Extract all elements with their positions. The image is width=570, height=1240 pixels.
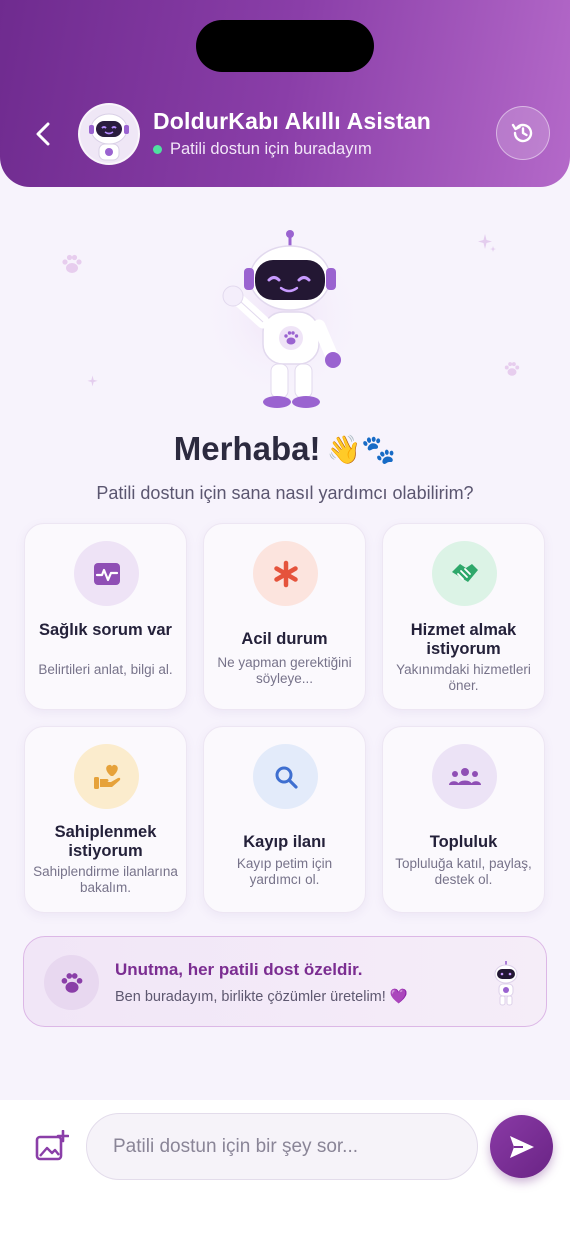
paw-decoration-icon [504, 362, 520, 376]
banner-text: Ben buradayım, birlikte çözümler üreteli… [115, 989, 408, 1005]
paw-icon [44, 955, 99, 1010]
card-emergency[interactable]: Acil durum Ne yapman gerektiğini söyleye… [203, 523, 366, 710]
greeting-subtitle: Patili dostun için sana nasıl yardımcı o… [96, 483, 474, 503]
greeting-heading: Merhaba! 👋🐾 [0, 430, 570, 468]
card-description: Ne yapman gerektiğini söyleye... [217, 655, 352, 686]
assistant-status-text: Patili dostun için buradayım [170, 140, 372, 158]
community-users-icon [432, 744, 497, 809]
search-icon [253, 744, 318, 809]
handshake-icon [432, 541, 497, 606]
banner-title: Unutma, her patili dost özeldir. [115, 960, 363, 979]
card-title: Topluluk [429, 833, 498, 851]
card-adopt[interactable]: Sahiplenmek istiyorum Sahiplendirme ilan… [24, 726, 187, 913]
card-lost-pet[interactable]: Kayıp ilanı Kayıp petim için yardımcı ol… [203, 726, 366, 913]
history-icon [511, 123, 533, 143]
add-image-button[interactable] [34, 1128, 70, 1164]
history-button[interactable] [496, 106, 550, 160]
card-title: Acil durum [241, 630, 328, 648]
online-status-dot [153, 145, 162, 154]
chevron-left-icon [36, 122, 50, 146]
card-description: Yakınımdaki hizmetleri öner. [396, 662, 531, 693]
card-community[interactable]: Topluluk Topluluğa katıl, paylaş, destek… [382, 726, 545, 913]
assistant-name: DoldurKabı Akıllı Asistan [153, 108, 432, 134]
card-title: Sahiplenmek istiyorum [54, 823, 157, 860]
card-title: Sağlık sorum var [39, 621, 172, 639]
card-description: Topluluğa katıl, paylaş, destek ol. [395, 856, 532, 887]
card-description: Kayıp petim için yardımcı ol. [236, 856, 333, 887]
add-image-icon [35, 1130, 69, 1161]
assistant-status: Patili dostun için buradayım [153, 140, 372, 159]
paw-decoration-icon [62, 254, 82, 273]
health-pulse-icon [74, 541, 139, 606]
back-button[interactable] [26, 114, 60, 154]
card-description: Sahiplendirme ilanlarına bakalım. [33, 864, 178, 895]
adopt-heart-hand-icon [74, 744, 139, 809]
reminder-banner: Unutma, her patili dost özeldir. Ben bur… [23, 936, 547, 1027]
camera-notch [196, 20, 374, 72]
card-services[interactable]: Hizmet almak istiyorum Yakınımdaki hizme… [382, 523, 545, 710]
greeting-text: Merhaba! [173, 430, 321, 467]
robot-mascot-illustration [201, 230, 365, 408]
assistant-avatar [78, 103, 140, 165]
sparkle-decoration-icon [87, 375, 98, 387]
chat-input[interactable] [86, 1113, 478, 1180]
card-health[interactable]: Sağlık sorum var Belirtileri anlat, bilg… [24, 523, 187, 710]
card-title: Kayıp ilanı [243, 833, 326, 851]
send-button[interactable] [490, 1115, 553, 1178]
sparkle-decoration-icon [478, 234, 496, 252]
emergency-asterisk-icon [253, 541, 318, 606]
robot-avatar-icon [89, 113, 129, 161]
card-description: Belirtileri anlat, bilgi al. [38, 662, 173, 677]
send-icon [509, 1135, 534, 1158]
wave-paw-emoji: 👋🐾 [326, 433, 397, 465]
robot-mini-icon [494, 961, 518, 1006]
card-title: Hizmet almak istiyorum [410, 621, 517, 658]
